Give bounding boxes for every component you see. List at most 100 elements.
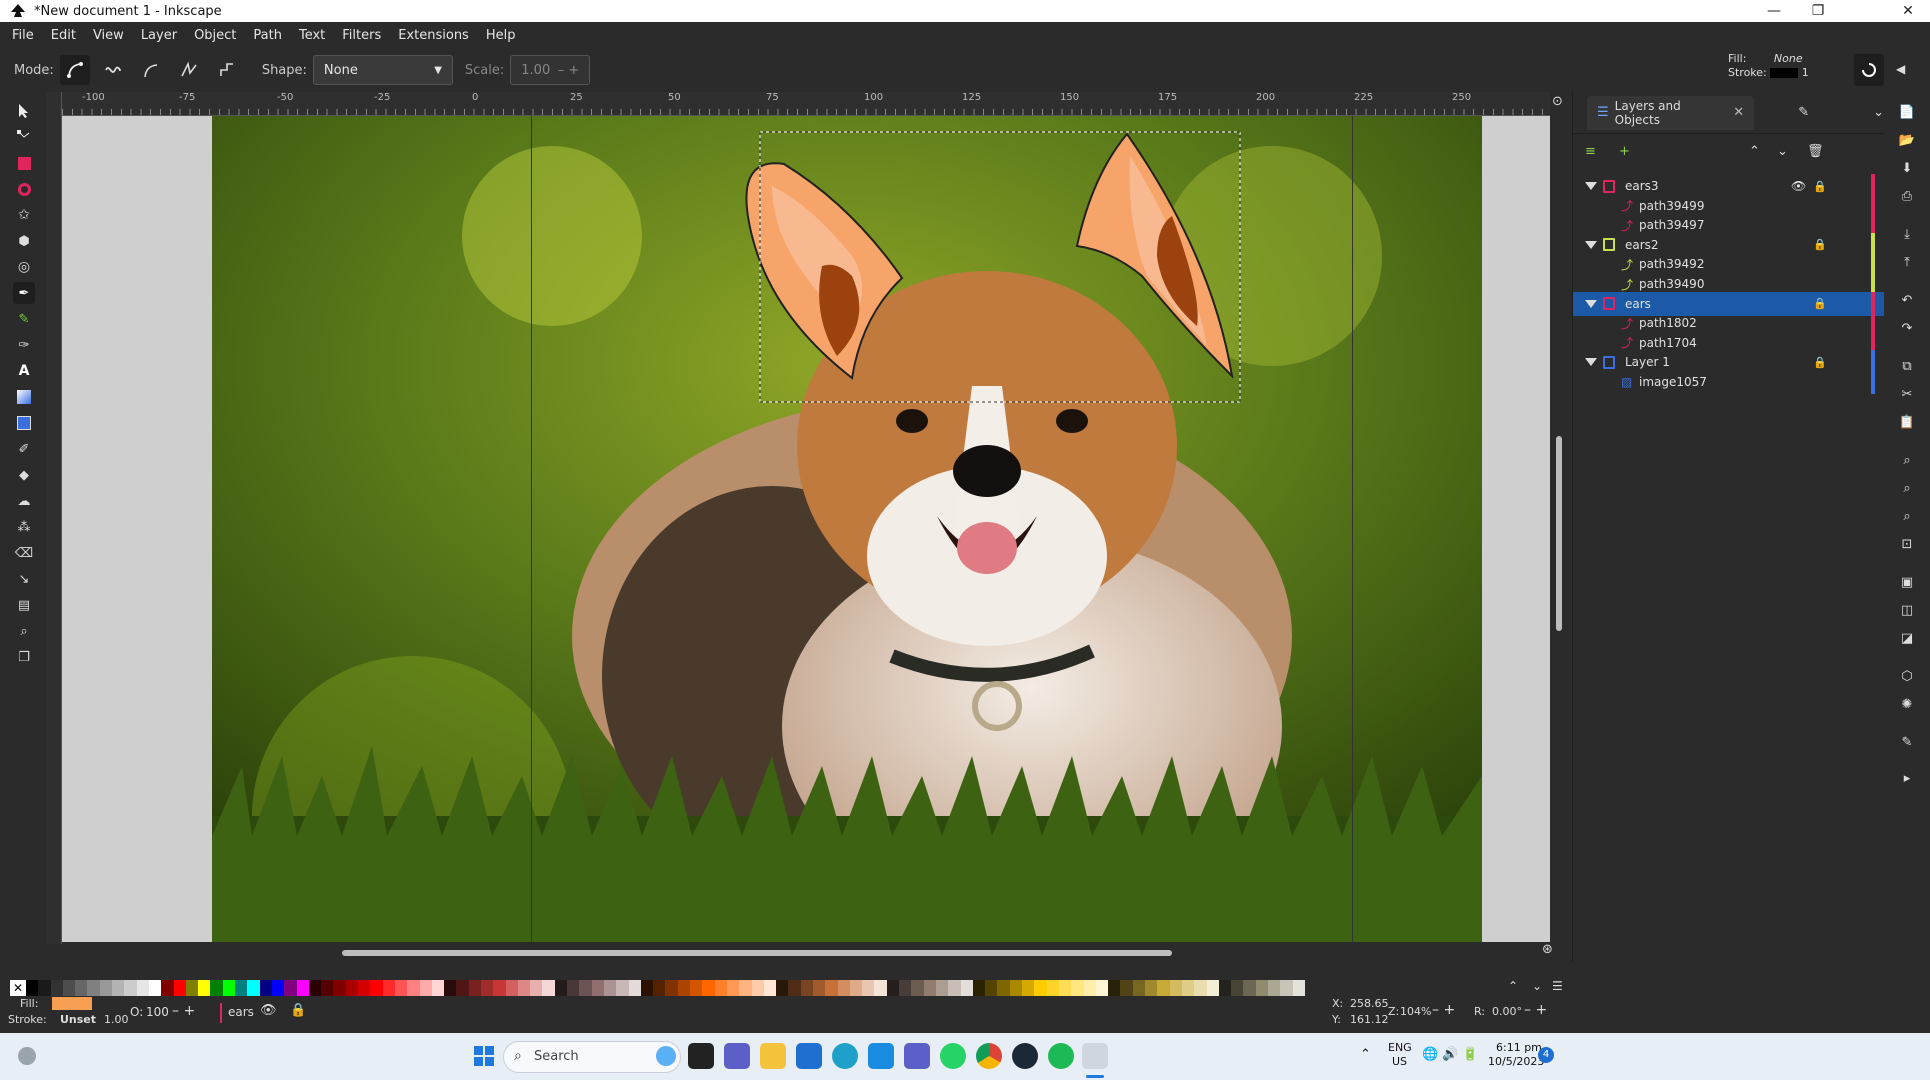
object-row[interactable]: ▨ image1057 [1573,370,1885,394]
palette-swatch[interactable] [1132,980,1146,996]
tray-expand-icon[interactable]: ⌃ [1360,1047,1371,1062]
palette-swatch[interactable] [1120,980,1133,996]
palette-swatch[interactable] [468,980,481,996]
palette-swatch[interactable] [616,980,629,996]
palette-swatch[interactable] [935,980,949,996]
lock-icon[interactable]: 🔒 [1813,180,1827,193]
eraser-tool-icon[interactable]: ⌫ [13,542,35,564]
palette-swatch[interactable] [603,980,617,996]
scrollbar-thumb[interactable] [1556,436,1562,631]
lock-icon[interactable]: 🔒 [1813,356,1827,369]
palette-swatch[interactable] [702,980,715,996]
palette-swatch[interactable] [788,980,801,996]
status-fill-swatch[interactable] [52,997,92,1010]
palette-scroll-down-icon[interactable]: ⌄ [1532,979,1542,993]
palette-swatch[interactable] [1255,980,1268,996]
palette-swatch[interactable] [1145,980,1158,996]
palette-swatch[interactable] [813,980,826,996]
print-icon[interactable]: ⎙ [1897,186,1917,206]
lock-icon[interactable]: 🔒 [290,1003,306,1018]
palette-swatch[interactable] [849,980,863,996]
open-icon[interactable]: 📂 [1897,130,1917,150]
palette-swatch[interactable] [198,980,211,996]
node-tool-icon[interactable] [13,126,35,148]
l-app-icon[interactable] [868,1043,894,1069]
palette-swatch[interactable] [456,980,469,996]
tabs-menu-icon[interactable]: ⌄ [1873,105,1884,120]
expand-caret-icon[interactable] [1585,240,1597,249]
file-explorer-icon[interactable] [760,1043,786,1069]
snap-toggle-icon[interactable] [1854,54,1884,86]
menu-object[interactable]: Object [194,28,236,43]
zoom-tool-icon[interactable]: ⌕ [13,620,35,642]
palette-swatch[interactable] [124,980,137,996]
palette-swatch[interactable] [567,980,580,996]
selector-tool-icon[interactable] [13,100,35,122]
fill-stroke-dialog-icon[interactable]: ✎ [1897,732,1917,752]
steam-icon[interactable] [1012,1043,1038,1069]
maximize-button[interactable]: ❐ [1796,0,1840,22]
menu-path[interactable]: Path [253,28,282,43]
pencil-tool-icon[interactable]: ✎ [13,308,35,330]
visibility-eye-icon[interactable]: 👁 [260,1003,277,1018]
bspline-mode-icon[interactable] [136,55,166,85]
spiro-mode-icon[interactable] [98,55,128,85]
redo-icon[interactable]: ↷ [1897,318,1917,338]
paint-bucket-tool-icon[interactable]: ◆ [13,464,35,486]
palette-swatch[interactable] [1267,980,1281,996]
palette-swatch[interactable] [148,980,162,996]
palette-swatch[interactable] [1034,980,1047,996]
palette-swatch[interactable] [899,980,912,996]
palette-swatch[interactable] [419,980,432,996]
gradient-tool-icon[interactable] [13,386,35,408]
palette-swatch[interactable] [382,980,395,996]
palette-swatch[interactable] [579,980,592,996]
toolbar-expand-icon[interactable]: ◀ [1896,62,1905,76]
palette-swatch[interactable] [1083,980,1096,996]
palette-swatch[interactable] [628,980,641,996]
palette-scroll-up-icon[interactable]: ⌃ [1508,979,1518,993]
palette-menu-icon[interactable]: ☰ [1552,979,1563,993]
task-view-icon[interactable] [688,1043,714,1069]
palette-swatch[interactable] [653,980,666,996]
duplicate-icon[interactable]: ▣ [1897,572,1917,592]
palette-swatch[interactable] [112,980,125,996]
palette-swatch[interactable] [739,980,752,996]
palette-swatch[interactable] [308,980,322,996]
teams-icon[interactable] [904,1043,930,1069]
start-icon[interactable] [474,1046,494,1066]
zigzag-mode-icon[interactable] [174,55,204,85]
palette-swatch[interactable] [1022,980,1035,996]
palette-swatch[interactable] [677,980,691,996]
fill-stroke-indicator[interactable]: Fill: None Stroke: 1 [1728,52,1809,80]
palette-swatch[interactable] [517,980,531,996]
pen-tool-icon[interactable]: ✒ [13,282,35,304]
weather-icon[interactable] [18,1047,36,1065]
palette-swatch[interactable] [1206,980,1219,996]
shape-dropdown[interactable]: None ▼ [312,55,453,85]
menu-filters[interactable]: Filters [342,28,381,43]
add-sublayer-icon[interactable]: + [1619,144,1630,159]
palette-swatch[interactable] [284,980,297,996]
spiral-tool-icon[interactable]: ◎ [13,256,35,278]
connector-tool-icon[interactable]: ↘ [13,568,35,590]
opacity-value[interactable]: 100 [146,1005,169,1019]
palette-swatch[interactable] [259,980,272,996]
palette-swatch[interactable] [960,980,973,996]
pages-tool-icon[interactable]: ❐ [13,646,35,668]
palette-swatch[interactable] [431,980,445,996]
palette-swatch[interactable] [358,980,371,996]
star-tool-icon[interactable]: ✩ [13,204,35,226]
region-label[interactable]: US [1392,1055,1407,1068]
clock-date[interactable]: 10/5/2023 [1488,1055,1544,1068]
palette-swatch[interactable] [1292,980,1305,996]
palette-swatch[interactable] [1231,980,1244,996]
save-icon[interactable]: ⬇ [1897,158,1917,178]
palette-swatch[interactable] [444,980,457,996]
search-box[interactable]: ⌕ Search [503,1041,681,1073]
palette-swatch[interactable] [726,980,740,996]
move-down-icon[interactable]: ⌄ [1777,144,1788,159]
palette-swatch[interactable] [1181,980,1195,996]
palette-swatch[interactable] [271,980,285,996]
spotify-icon[interactable] [1048,1043,1074,1069]
